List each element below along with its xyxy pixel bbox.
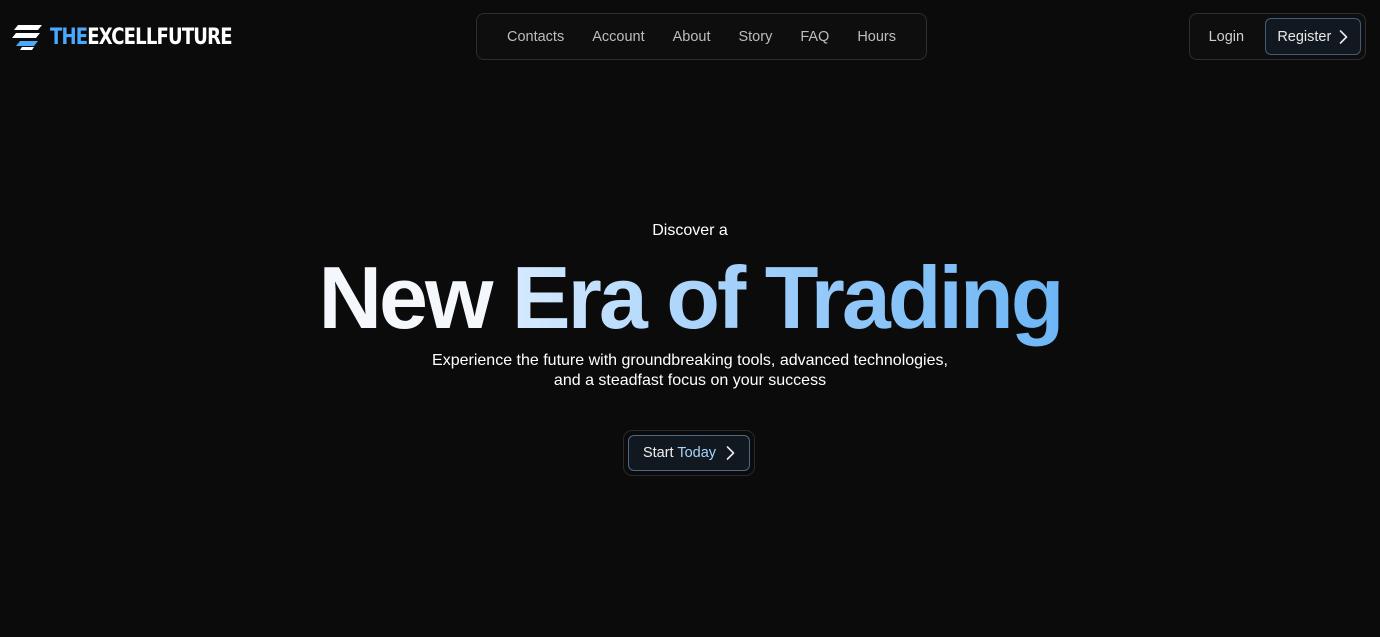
brand-main: EXCELLFUTURE xyxy=(87,24,232,50)
cta-label: Start Today xyxy=(643,445,716,461)
brand-name: THEEXCELLFUTURE xyxy=(50,24,233,50)
hero-title-gradient: Era of Trading xyxy=(511,248,1065,347)
hero-subtitle-line-1: Experience the future with groundbreakin… xyxy=(432,352,948,369)
register-button[interactable]: Register xyxy=(1264,18,1361,55)
chevron-right-icon xyxy=(1340,29,1348,44)
hero-title-new: New xyxy=(318,248,493,347)
nav-item-account[interactable]: Account xyxy=(588,25,648,49)
nav-item-story[interactable]: Story xyxy=(734,25,776,49)
hero-kicker: Discover a xyxy=(652,222,728,239)
nav-item-faq[interactable]: FAQ xyxy=(796,25,833,49)
landing-page: THEEXCELLFUTURE Contacts Account About S… xyxy=(0,0,1380,637)
cta-label-today: Today xyxy=(677,445,717,461)
register-label: Register xyxy=(1277,28,1332,45)
hero-subtitle: Experience the future with groundbreakin… xyxy=(0,351,1380,391)
auth-box: Login Register xyxy=(1189,13,1366,60)
nav-item-hours[interactable]: Hours xyxy=(853,25,900,49)
brand-prefix: THE xyxy=(50,24,88,50)
login-button[interactable]: Login xyxy=(1198,29,1255,45)
hero-subtitle-line-2: and a steadfast focus on your success xyxy=(553,372,827,389)
main-nav: Contacts Account About Story FAQ Hours xyxy=(476,13,927,60)
cta-label-start: Start xyxy=(642,445,674,461)
nav-item-contacts[interactable]: Contacts xyxy=(503,25,568,49)
nav-item-about[interactable]: About xyxy=(669,25,715,49)
brand-logo[interactable]: THEEXCELLFUTURE xyxy=(12,22,272,52)
logo-stripes-icon xyxy=(12,25,42,50)
start-today-button[interactable]: Start Today xyxy=(628,435,750,471)
chevron-right-icon xyxy=(726,446,735,460)
cta-frame: Start Today xyxy=(623,430,755,476)
hero-title: New Era of Trading xyxy=(0,248,1380,348)
